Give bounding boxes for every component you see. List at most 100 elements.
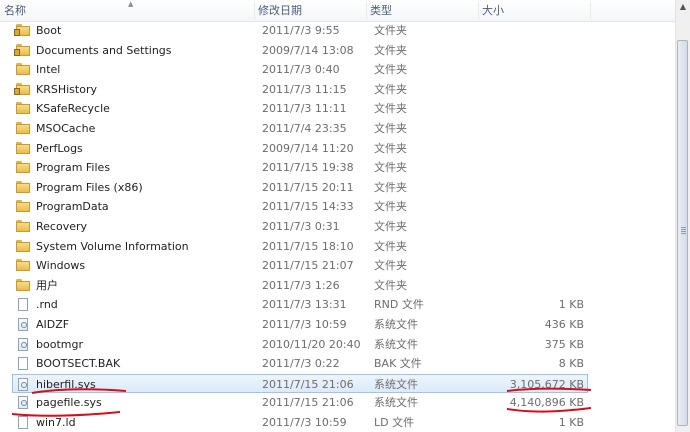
file-type: 系统文件 (374, 337, 418, 351)
file-type: 文件夹 (374, 161, 407, 175)
file-name: ProgramData (36, 200, 109, 214)
file-row[interactable]: KSafeRecycle 2011/7/3 11:11 文件夹 (0, 99, 676, 119)
folder-icon (16, 141, 30, 155)
modified-date: 2011/7/15 18:10 (262, 239, 354, 253)
file-row[interactable]: 用户 2011/7/3 1:26 文件夹 (0, 276, 676, 296)
column-header-type[interactable]: 类型 (370, 0, 480, 21)
folder-lock-icon (14, 82, 30, 96)
file-row[interactable]: Program Files (x86) 2011/7/15 20:11 文件夹 (0, 178, 676, 198)
file-size (482, 256, 584, 276)
file-row[interactable]: ProgramData 2011/7/15 14:33 文件夹 (0, 197, 676, 217)
modified-date: 2011/7/15 19:38 (262, 161, 354, 175)
file-name: Program Files (36, 161, 111, 175)
lock-icon (14, 87, 20, 95)
folder-icon (16, 278, 30, 292)
file-row[interactable]: BOOTSECT.BAK 2011/7/3 0:22 BAK 文件 8 KB (0, 354, 676, 374)
scrollbar-thumb[interactable] (677, 40, 688, 426)
file-row[interactable]: .rnd 2011/7/3 13:31 RND 文件 1 KB (0, 295, 676, 315)
column-header-date[interactable]: 修改日期 (258, 0, 366, 21)
modified-date: 2011/7/15 21:06 (262, 396, 354, 410)
column-header-bar: 名称 ▲ 修改日期 类型 大小 (0, 0, 676, 22)
file-size (482, 139, 584, 159)
file-row[interactable]: Boot 2011/7/3 9:55 文件夹 (0, 21, 676, 41)
file-type: RND 文件 (374, 298, 424, 312)
file-list: Boot 2011/7/3 9:55 文件夹 Documents and Settin… (0, 21, 676, 432)
file-size (482, 60, 584, 80)
file-row[interactable]: AIDZF 2011/7/3 10:59 系统文件 436 KB (0, 315, 676, 335)
file-type: 文件夹 (374, 239, 407, 253)
scroll-up-arrow-icon[interactable]: ▲ (676, 0, 690, 14)
file-type: 文件夹 (374, 180, 407, 194)
column-divider[interactable] (590, 2, 591, 19)
file-size (482, 119, 584, 139)
file-type: 文件夹 (374, 259, 407, 273)
file-name: Windows (36, 259, 86, 273)
file-size (482, 99, 584, 119)
file-size (482, 237, 584, 257)
file-type: BAK 文件 (374, 357, 422, 371)
file-size (482, 276, 584, 296)
file-row[interactable]: Intel 2011/7/3 0:40 文件夹 (0, 60, 676, 80)
file-row[interactable]: bootmgr 2010/11/20 20:40 系统文件 375 KB (0, 335, 676, 355)
column-divider[interactable] (366, 2, 367, 19)
file-row[interactable]: KRSHistory 2011/7/3 11:15 文件夹 (0, 80, 676, 100)
file-type: 文件夹 (374, 278, 407, 292)
column-divider[interactable] (478, 2, 479, 19)
modified-date: 2011/7/15 21:07 (262, 259, 354, 273)
system-file-icon (16, 377, 30, 391)
file-name: System Volume Information (36, 239, 189, 253)
file-name: KSafeRecycle (36, 102, 110, 116)
file-row[interactable]: PerfLogs 2009/7/14 11:20 文件夹 (0, 139, 676, 159)
vertical-scrollbar[interactable]: ▲ (675, 0, 690, 432)
lock-icon (14, 29, 20, 36)
file-name: KRSHistory (36, 82, 97, 96)
file-row[interactable]: MSOCache 2011/7/4 23:35 文件夹 (0, 119, 676, 139)
file-name: Recovery (36, 219, 88, 233)
file-size (482, 197, 584, 217)
folder-icon (16, 239, 30, 253)
folder-icon (16, 161, 30, 174)
folder-lock-icon (14, 43, 30, 57)
file-row[interactable]: Recovery 2011/7/3 0:31 文件夹 (0, 217, 676, 237)
file-size (482, 21, 584, 41)
file-type: LD 文件 (374, 415, 415, 429)
system-file-icon (16, 337, 30, 351)
sort-ascending-icon: ▲ (128, 0, 134, 8)
modified-date: 2011/7/3 0:22 (262, 357, 340, 371)
modified-date: 2011/7/3 11:15 (262, 82, 347, 96)
modified-date: 2011/7/3 13:31 (262, 298, 347, 312)
file-size (482, 80, 584, 100)
system-file-icon (16, 317, 30, 331)
file-type: 文件夹 (374, 200, 407, 214)
folder-lock-icon (14, 24, 30, 37)
modified-date: 2011/7/3 0:31 (262, 219, 340, 233)
folder-icon (16, 121, 30, 135)
modified-date: 2011/7/3 9:55 (262, 24, 340, 37)
file-type: 系统文件 (374, 396, 418, 410)
modified-date: 2011/7/3 10:59 (262, 415, 347, 429)
annotation-underline-pagefile (11, 411, 121, 417)
file-name: Documents and Settings (36, 43, 172, 57)
modified-date: 2011/7/15 21:06 (262, 377, 354, 391)
file-icon (16, 357, 30, 371)
column-divider[interactable] (254, 2, 255, 19)
file-row[interactable]: Program Files 2011/7/15 19:38 文件夹 (0, 158, 676, 178)
file-name: .rnd (36, 298, 58, 312)
file-row[interactable]: Documents and Settings 2009/7/14 13:08 文件夹 (0, 41, 676, 61)
folder-icon (16, 102, 30, 115)
column-header-size[interactable]: 大小 (482, 0, 588, 21)
file-size: 1 KB (558, 298, 584, 312)
file-name: Boot (36, 24, 62, 37)
file-icon (16, 298, 30, 312)
modified-date: 2011/7/15 14:33 (262, 200, 354, 214)
file-type: 文件夹 (374, 24, 407, 37)
file-size (482, 178, 584, 198)
folder-icon (16, 219, 30, 233)
file-type: 文件夹 (374, 102, 407, 116)
file-row[interactable]: Windows 2011/7/15 21:07 文件夹 (0, 256, 676, 276)
file-row[interactable]: System Volume Information 2011/7/15 18:10… (0, 237, 676, 257)
file-type: 文件夹 (374, 63, 407, 77)
folder-icon (16, 63, 30, 76)
modified-date: 2011/7/4 23:35 (262, 121, 347, 135)
file-size: 375 KB (544, 337, 584, 351)
